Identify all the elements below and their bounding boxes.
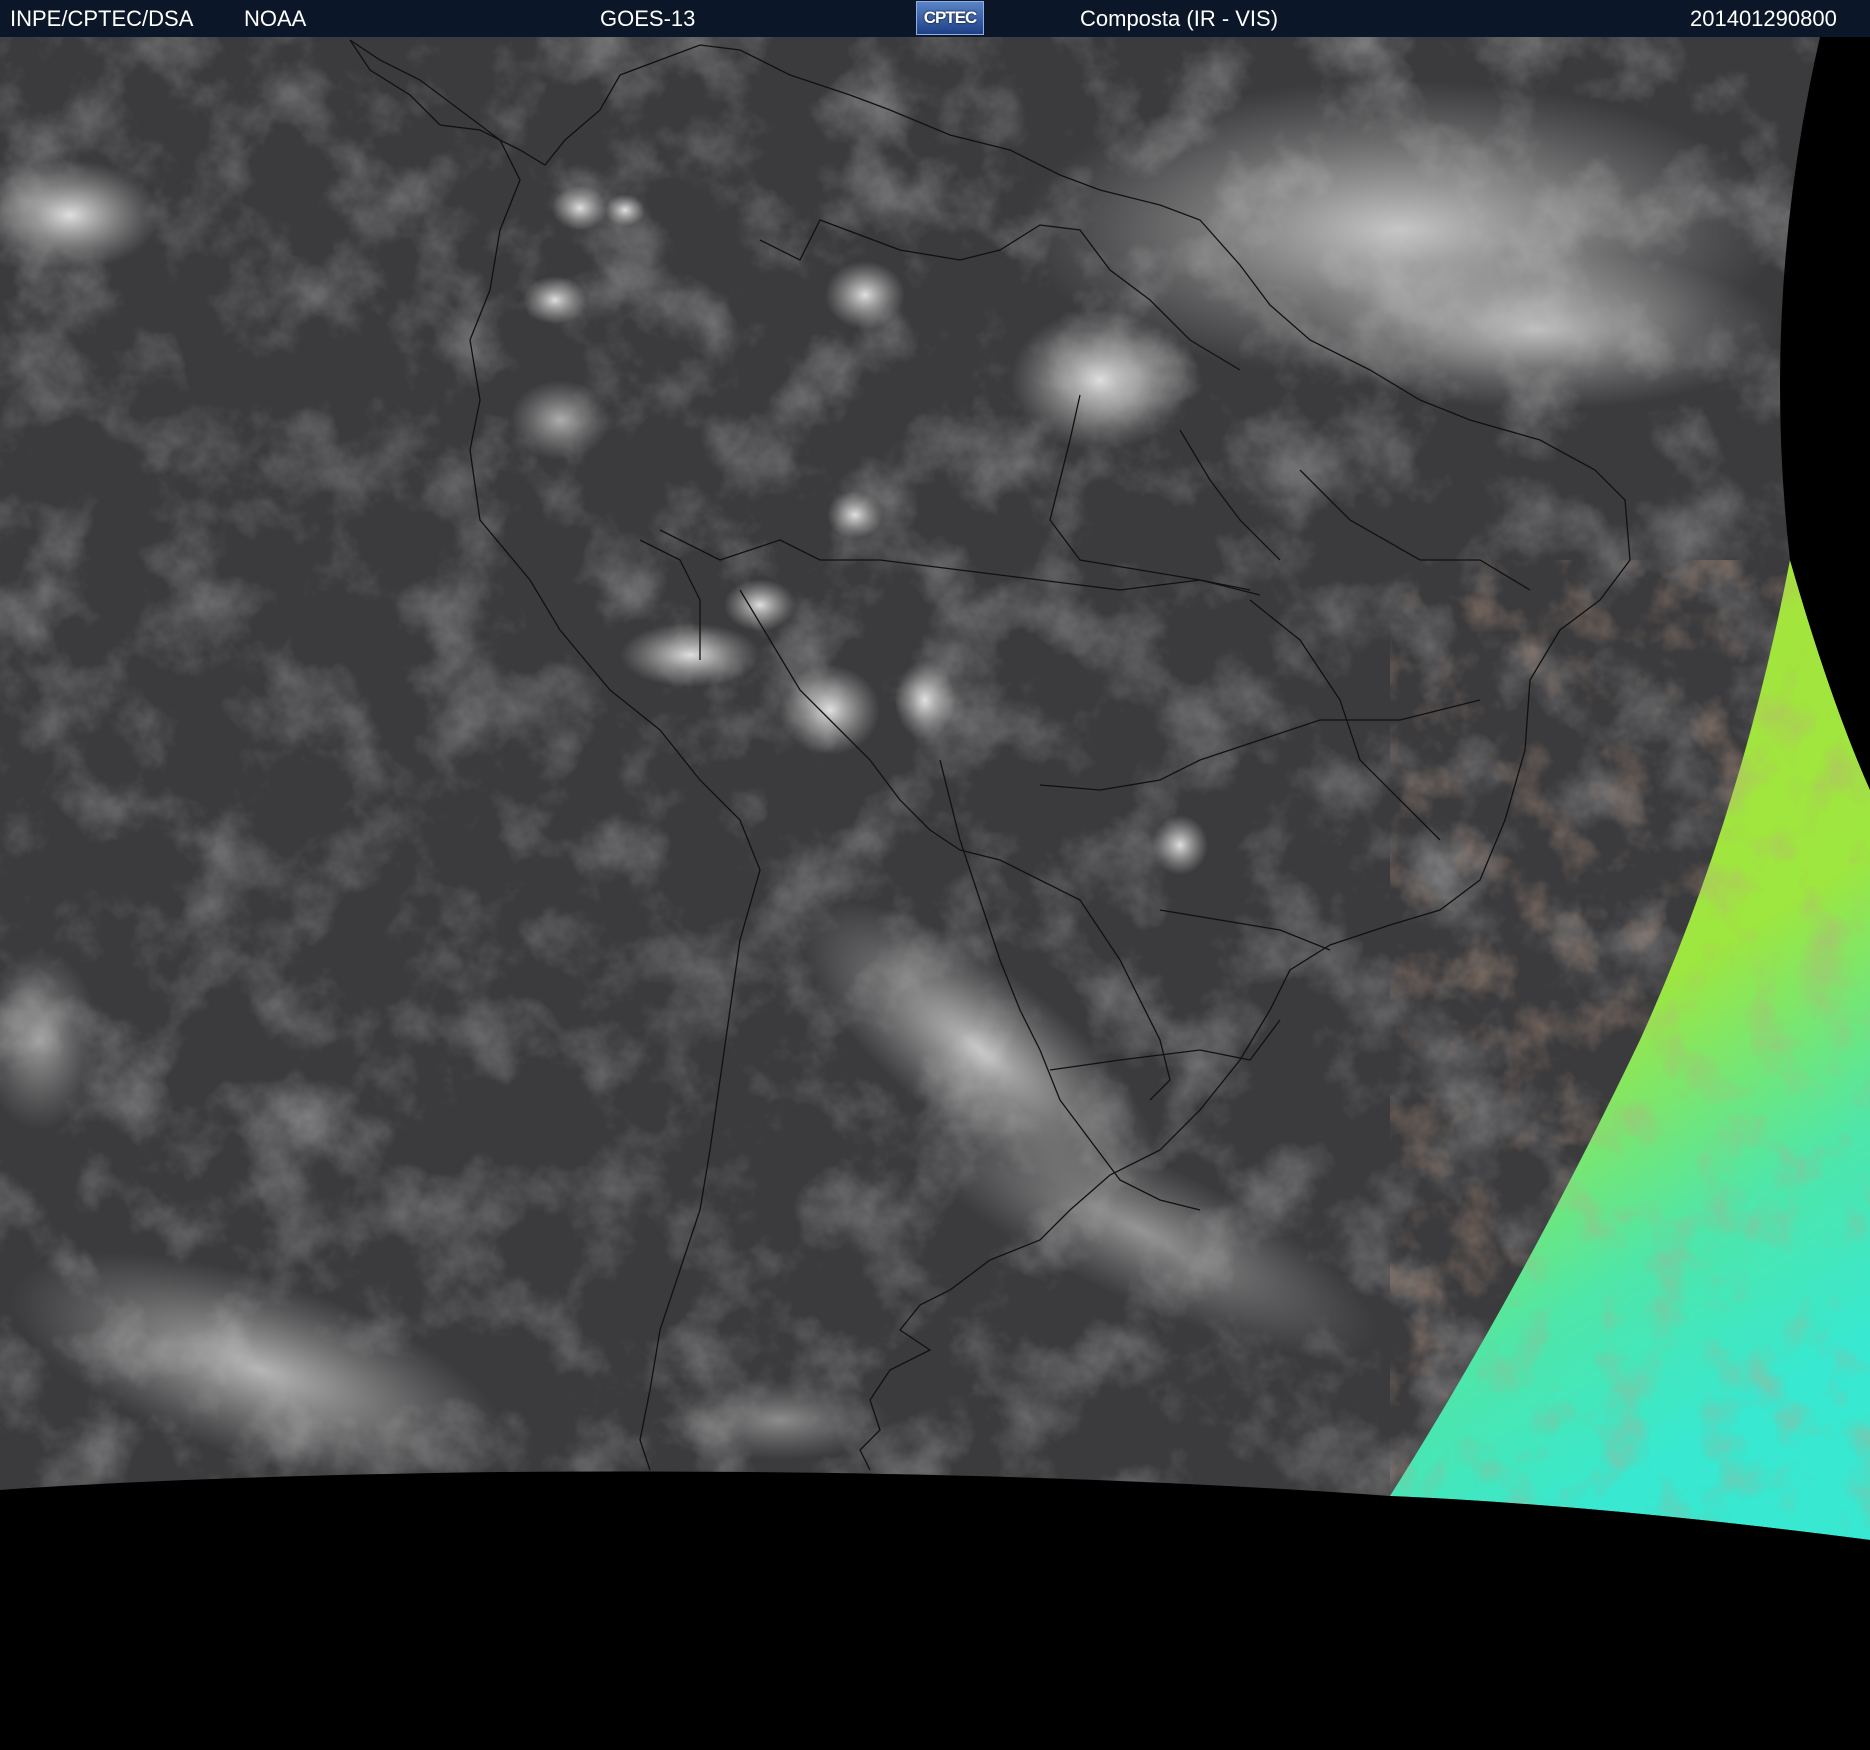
partner-label: NOAA xyxy=(244,6,307,31)
header-bar: INPE/CPTEC/DSA NOAA GOES-13 CPTEC Compos… xyxy=(0,0,1870,37)
satellite-image xyxy=(0,37,1870,1750)
timestamp-label: 201401290800 xyxy=(1690,6,1837,31)
logo-text: CPTEC xyxy=(923,8,978,27)
cptec-logo-icon: CPTEC xyxy=(916,1,984,35)
satellite-label: GOES-13 xyxy=(600,6,696,31)
agency-label: INPE/CPTEC/DSA xyxy=(10,6,194,31)
product-label: Composta (IR - VIS) xyxy=(1080,6,1279,31)
earth-disk xyxy=(0,37,1870,1540)
